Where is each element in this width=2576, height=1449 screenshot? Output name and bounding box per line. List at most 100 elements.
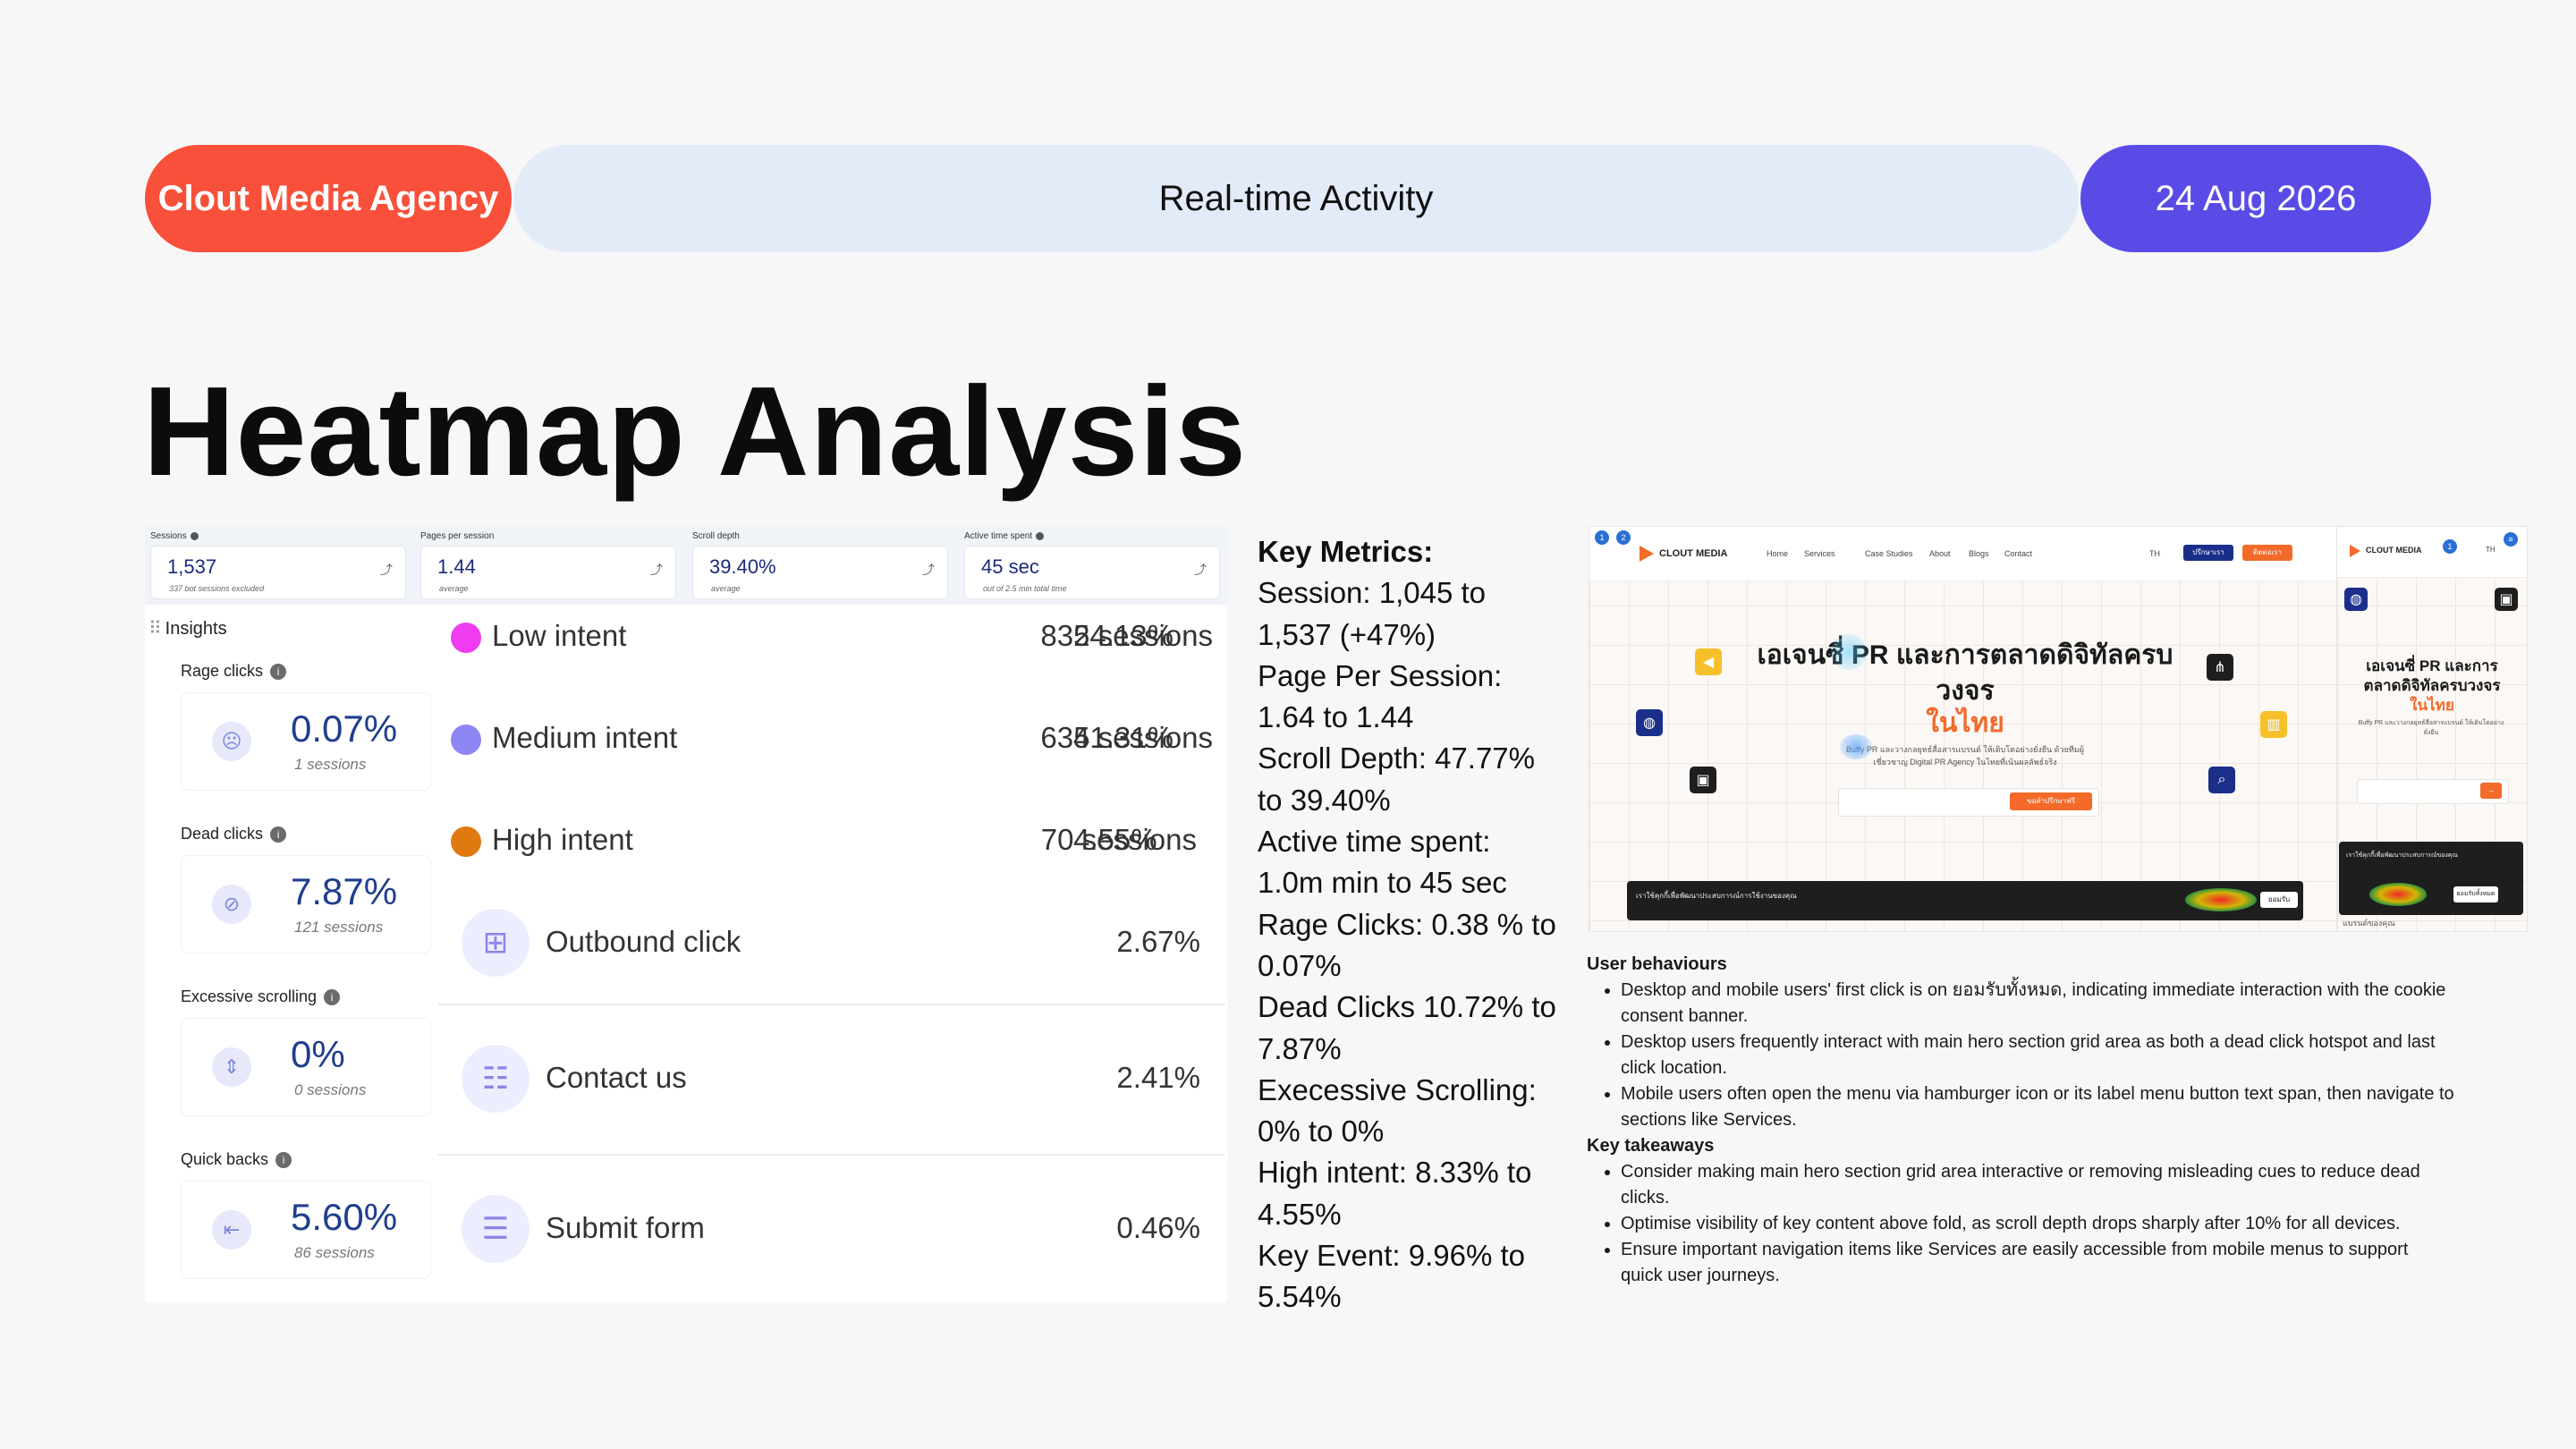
nav-case-studies[interactable]: Case Studies xyxy=(1865,549,1913,558)
analysis-notes: User behaviours Desktop and mobile users… xyxy=(1587,952,2454,1289)
video-icon: ▣ xyxy=(2495,588,2518,611)
intent-sessions: 832 sessions xyxy=(1040,619,1213,652)
insight-quick-backs[interactable]: ⇤ 5.60% 86 sessions xyxy=(181,1181,431,1279)
behaviour-item: Desktop users frequently interact with m… xyxy=(1621,1030,2454,1081)
nav-blogs[interactable]: Blogs xyxy=(1969,549,1989,558)
info-icon: i xyxy=(270,826,287,843)
contact-button[interactable]: ติดต่อเรา xyxy=(2242,545,2292,561)
kpi-sub: average xyxy=(711,584,741,593)
heatmap-hotspot xyxy=(2185,888,2257,911)
cookie-banner: เราใช้คุกกี้เพื่อพัฒนาประสบการณ์ของคุณ ย… xyxy=(2339,842,2523,915)
insight-sub: 121 sessions xyxy=(294,919,384,936)
contact-icon: ☷ xyxy=(462,1045,530,1113)
back-icon: ⇤ xyxy=(212,1210,251,1250)
form-icon: ☰ xyxy=(462,1195,530,1263)
search-icon: ⌕ xyxy=(2208,767,2235,793)
cta-arrow-icon[interactable]: → xyxy=(2480,783,2502,799)
hamburger-menu-icon[interactable]: ≡ xyxy=(2504,532,2518,547)
angry-face-icon: ☹ xyxy=(212,722,251,761)
trend-chart-icon[interactable]: ⤴ xyxy=(380,561,393,579)
site-nav: CLOUT MEDIA Home Services Case Studies A… xyxy=(1589,527,2339,581)
cta-button[interactable]: ขอคำปรึกษาฟรี xyxy=(2010,792,2092,810)
kpi-label: Scroll depth xyxy=(692,531,740,541)
hero-subtext: Buffy PR และวางกลยุทธ์สื่อสารแบรนด์ ให้เ… xyxy=(1846,745,2084,767)
kpi-value: 39.40% xyxy=(709,555,776,578)
accept-all-button[interactable]: ยอมรับทั้งหมด xyxy=(2453,886,2498,902)
metric-line: Active time spent: 1.0m min to 45 sec xyxy=(1258,825,1507,900)
action-label: Contact us xyxy=(546,1061,687,1094)
heatmap-spot xyxy=(1831,634,1867,670)
trend-chart-icon[interactable]: ⤴ xyxy=(1194,561,1207,579)
nav-services[interactable]: Services xyxy=(1804,549,1835,558)
insight-value: 0.07% xyxy=(291,708,398,750)
intent-row-low[interactable]: Low intent 54.13% 832 sessions xyxy=(442,605,1227,694)
insight-excessive-scrolling[interactable]: ⇕ 0% 0 sessions xyxy=(181,1018,431,1116)
trend-chart-icon[interactable]: ⤴ xyxy=(922,561,935,579)
metric-line: Execessive Scrolling: 0% to 0% xyxy=(1258,1072,1537,1148)
hero-subtext: Buffy PR และวางกลยุทธ์สื่อสารแบรนด์ ให้เ… xyxy=(2358,720,2504,736)
intent-row-high[interactable]: High intent 4.55% 70 sessions xyxy=(442,809,1227,898)
trend-chart-icon[interactable]: ⤴ xyxy=(650,561,663,579)
insight-dead-clicks[interactable]: ⊘ 7.87% 121 sessions xyxy=(181,855,431,953)
insight-value: 0% xyxy=(291,1033,345,1075)
takeaways-list: Consider making main hero section grid a… xyxy=(1587,1159,2454,1289)
heatmap-marker: 2 xyxy=(1616,530,1631,545)
kpi-sub: out of 2.5 min total time xyxy=(983,584,1067,593)
kpi-sub: 337 bot sessions excluded xyxy=(169,584,265,593)
insight-value: 5.60% xyxy=(291,1196,398,1238)
key-metrics: Key Metrics: Session: 1,045 to 1,537 (+4… xyxy=(1258,531,1562,1318)
consult-button[interactable]: ปรึกษาเรา xyxy=(2183,545,2233,561)
kpi-value: 1,537 xyxy=(167,555,217,578)
metric-line: High intent: 8.33% to 4.55% xyxy=(1258,1156,1532,1231)
takeaways-title: Key takeaways xyxy=(1587,1136,1715,1156)
mobile-nav: CLOUT MEDIA TH 1 ≡ xyxy=(2337,527,2527,578)
action-label: Submit form xyxy=(546,1211,705,1244)
action-row-outbound-click[interactable]: ⊞ Outbound click 2.67% xyxy=(442,887,1227,998)
info-icon: i xyxy=(270,664,287,681)
takeaway-item: Optimise visibility of key content above… xyxy=(1621,1211,2454,1237)
heatmap-spot xyxy=(1840,734,1872,759)
metric-line: Key Event: 9.96% to 5.54% xyxy=(1258,1239,1526,1314)
megaphone-icon: ◀ xyxy=(1695,648,1722,675)
intent-row-medium[interactable]: Medium intent 41.31% 635 sessions xyxy=(442,707,1227,796)
lang-switch[interactable]: TH xyxy=(2486,546,2496,554)
brand-pill: Clout Media Agency xyxy=(145,145,512,252)
cookie-text: เราใช้คุกกี้เพื่อพัฒนาประสบการณ์ของคุณ xyxy=(2346,852,2458,859)
video-icon: ▣ xyxy=(1690,767,1716,793)
kpi-active-time[interactable]: Active time spent 45 sec out of 2.5 min … xyxy=(959,526,1227,605)
intent-label: Low intent xyxy=(492,619,627,652)
lang-switch[interactable]: TH xyxy=(2149,549,2160,558)
action-row-submit-form[interactable]: ☰ Submit form 0.46% xyxy=(442,1156,1227,1302)
drag-handle-icon[interactable]: ⠿ xyxy=(148,619,162,639)
nav-about[interactable]: About xyxy=(1929,549,1951,558)
action-row-contact-us[interactable]: ☷ Contact us 2.41% xyxy=(442,1005,1227,1156)
nav-home[interactable]: Home xyxy=(1767,549,1788,558)
globe-icon: ◍ xyxy=(2344,588,2368,611)
hero-accent: ในไทย xyxy=(2410,697,2454,714)
hero-accent: ในไทย xyxy=(1926,708,2004,738)
action-label: Outbound click xyxy=(546,925,741,958)
insight-value: 7.87% xyxy=(291,870,398,912)
kpi-scroll-depth[interactable]: Scroll depth 39.40% average ⤴ xyxy=(687,526,955,605)
action-pct: 0.46% xyxy=(1116,1211,1200,1244)
behaviour-item: Desktop and mobile users' first click is… xyxy=(1621,978,2454,1030)
date-pill: 24 Aug 2026 xyxy=(2080,145,2431,252)
kpi-sessions[interactable]: Sessions 1,537 337 bot sessions excluded… xyxy=(145,526,413,605)
kpi-pages-per-session[interactable]: Pages per session 1.44 average ⤴ xyxy=(415,526,683,605)
kpi-strip: Sessions 1,537 337 bot sessions excluded… xyxy=(145,526,1227,605)
intent-color-dot xyxy=(451,623,481,653)
accept-all-button[interactable]: ยอมรับทั้งหมด xyxy=(2260,892,2298,919)
kpi-label: Sessions xyxy=(150,531,187,541)
cookie-text: เราใช้คุกกี้เพื่อพัฒนาประสบการณ์การใช้งา… xyxy=(1636,892,1797,900)
kpi-value: 45 sec xyxy=(981,555,1039,578)
bottom-text: แบรนด์ของคุณ xyxy=(2343,919,2395,928)
action-pct: 2.41% xyxy=(1116,1061,1200,1094)
behaviours-list: Desktop and mobile users' first click is… xyxy=(1587,978,2454,1133)
metric-line: Session: 1,045 to 1,537 (+47%) xyxy=(1258,576,1487,651)
chart-icon: ▥ xyxy=(2260,711,2287,738)
insight-rage-clicks[interactable]: ☹ 0.07% 1 sessions xyxy=(181,692,431,791)
page-title: Heatmap Analysis xyxy=(143,360,1248,503)
nav-contact[interactable]: Contact xyxy=(2004,549,2032,558)
share-icon: ⋔ xyxy=(2207,654,2233,681)
info-icon: i xyxy=(324,989,341,1006)
